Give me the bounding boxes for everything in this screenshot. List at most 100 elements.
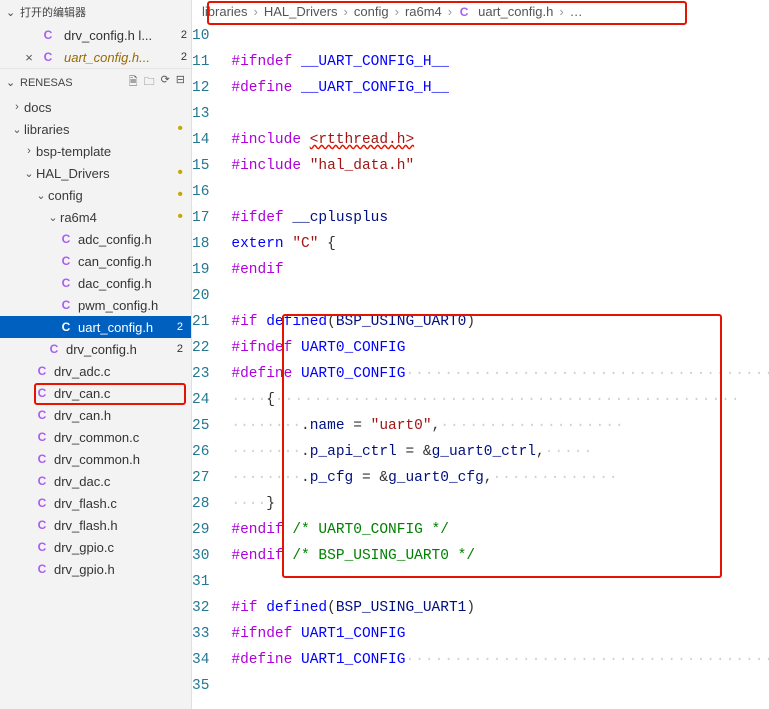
code-line[interactable] (231, 23, 769, 49)
c-file-icon: C (34, 474, 50, 488)
editor-area[interactable]: 1011121314151617181920212223242526272829… (192, 23, 769, 709)
code-line[interactable]: #define UART1_CONFIG····················… (231, 647, 769, 673)
c-file-icon: C (34, 386, 50, 400)
open-editor-item[interactable]: ×Cuart_config.h...2 (0, 46, 191, 68)
breadcrumb-crumb[interactable]: ra6m4 (403, 4, 444, 19)
code-content[interactable]: #ifndef __UART_CONFIG_H__#define __UART_… (223, 23, 769, 709)
breadcrumb-more[interactable]: … (568, 4, 585, 19)
c-file-icon: C (34, 452, 50, 466)
tree-folder-bsp-template[interactable]: ›bsp-template (0, 140, 191, 162)
line-number: 34 (192, 647, 209, 673)
line-number: 28 (192, 491, 209, 517)
chevron-icon: ⌄ (46, 211, 60, 224)
c-file-icon: C (58, 320, 74, 334)
line-number: 10 (192, 23, 209, 49)
tree-file-drv_can.c[interactable]: Cdrv_can.c (0, 382, 191, 404)
explorer-header[interactable]: ⌄ RENESAS 🗎 🗀 ⟳ ⊟ (0, 69, 191, 96)
code-line[interactable]: #if defined(BSP_USING_UART0) (231, 309, 769, 335)
tree-file-drv_adc.c[interactable]: Cdrv_adc.c (0, 360, 191, 382)
line-number: 17 (192, 205, 209, 231)
code-line[interactable]: #define __UART_CONFIG_H__ (231, 75, 769, 101)
file-label: drv_flash.h (54, 518, 118, 533)
new-folder-icon[interactable]: 🗀 (144, 73, 155, 92)
tree-file-pwm_config.h[interactable]: Cpwm_config.h (0, 294, 191, 316)
code-line[interactable]: #ifndef UART0_CONFIG (231, 335, 769, 361)
c-file-icon: C (34, 518, 50, 532)
line-number: 30 (192, 543, 209, 569)
code-line[interactable] (231, 283, 769, 309)
tree-file-uart_config.h[interactable]: Cuart_config.h2 (0, 316, 191, 338)
code-line[interactable]: #include "hal_data.h" (231, 153, 769, 179)
editor-item-name: drv_config.h l... (64, 28, 177, 43)
c-file-icon: C (58, 254, 74, 268)
open-editors-header[interactable]: ⌄ 打开的编辑器 (0, 0, 191, 24)
code-line[interactable]: #ifndef __UART_CONFIG_H__ (231, 49, 769, 75)
code-line[interactable]: ········.name = "uart0",················… (231, 413, 769, 439)
breadcrumb-crumb[interactable]: config (352, 4, 391, 19)
file-label: drv_common.c (54, 430, 139, 445)
sidebar: ⌄ 打开的编辑器 Cdrv_config.h l...2×Cuart_confi… (0, 0, 192, 709)
breadcrumb-crumb[interactable]: libraries (200, 4, 250, 19)
open-editors-title: 打开的编辑器 (20, 4, 185, 20)
tree-file-dac_config.h[interactable]: Cdac_config.h (0, 272, 191, 294)
tree-file-drv_gpio.c[interactable]: Cdrv_gpio.c (0, 536, 191, 558)
code-line[interactable]: extern "C" { (231, 231, 769, 257)
code-line[interactable]: ····{···································… (231, 387, 769, 413)
tree-file-drv_flash.h[interactable]: Cdrv_flash.h (0, 514, 191, 536)
tree-file-adc_config.h[interactable]: Cadc_config.h (0, 228, 191, 250)
new-file-icon[interactable]: 🗎 (129, 73, 138, 92)
folder-label: ra6m4 (60, 210, 97, 225)
open-editor-item[interactable]: Cdrv_config.h l...2 (0, 24, 191, 46)
code-line[interactable]: #ifndef UART1_CONFIG (231, 621, 769, 647)
tree-folder-ra6m4[interactable]: ⌄ra6m4• (0, 206, 191, 228)
breadcrumb-file[interactable]: uart_config.h (476, 4, 555, 19)
code-line[interactable]: #include <rtthread.h> (231, 127, 769, 153)
refresh-icon[interactable]: ⟳ (161, 73, 170, 92)
tree-folder-docs[interactable]: ›docs (0, 96, 191, 118)
tree-folder-config[interactable]: ⌄config• (0, 184, 191, 206)
code-line[interactable]: #endif /* BSP_USING_UART0 */ (231, 543, 769, 569)
tree-file-drv_common.h[interactable]: Cdrv_common.h (0, 448, 191, 470)
file-label: drv_gpio.c (54, 540, 114, 555)
code-line[interactable] (231, 179, 769, 205)
code-line[interactable]: #define UART0_CONFIG····················… (231, 361, 769, 387)
file-label: adc_config.h (78, 232, 152, 247)
code-line[interactable]: ········.p_api_ctrl = &g_uart0_ctrl,····… (231, 439, 769, 465)
tree-file-drv_can.h[interactable]: Cdrv_can.h (0, 404, 191, 426)
line-number: 21 (192, 309, 209, 335)
tree-file-can_config.h[interactable]: Ccan_config.h (0, 250, 191, 272)
tree-file-drv_dac.c[interactable]: Cdrv_dac.c (0, 470, 191, 492)
c-file-icon: C (34, 562, 50, 576)
c-file-icon: C (34, 364, 50, 378)
line-number: 20 (192, 283, 209, 309)
close-icon[interactable]: × (22, 50, 36, 65)
line-number: 22 (192, 335, 209, 361)
code-line[interactable]: #endif /* UART0_CONFIG */ (231, 517, 769, 543)
code-line[interactable]: #ifdef __cplusplus (231, 205, 769, 231)
line-number: 16 (192, 179, 209, 205)
tree-file-drv_gpio.h[interactable]: Cdrv_gpio.h (0, 558, 191, 580)
file-label: drv_config.h (66, 342, 137, 357)
tree-file-drv_common.c[interactable]: Cdrv_common.c (0, 426, 191, 448)
line-number: 24 (192, 387, 209, 413)
code-line[interactable] (231, 569, 769, 595)
breadcrumb[interactable]: libraries›HAL_Drivers›config›ra6m4›Cuart… (192, 0, 769, 23)
code-line[interactable] (231, 101, 769, 127)
code-line[interactable] (231, 673, 769, 699)
tree-file-drv_config.h[interactable]: Cdrv_config.h2 (0, 338, 191, 360)
tree-folder-HAL_Drivers[interactable]: ⌄HAL_Drivers• (0, 162, 191, 184)
tree-folder-libraries[interactable]: ⌄libraries• (0, 118, 191, 140)
chevron-icon: › (10, 101, 24, 113)
chevron-icon: ⌄ (34, 189, 48, 202)
line-number: 32 (192, 595, 209, 621)
tree-file-drv_flash.c[interactable]: Cdrv_flash.c (0, 492, 191, 514)
code-line[interactable]: #if defined(BSP_USING_UART1) (231, 595, 769, 621)
breadcrumb-crumb[interactable]: HAL_Drivers (262, 4, 340, 19)
code-line[interactable]: ········.p_cfg = &g_uart0_cfg,··········… (231, 465, 769, 491)
c-file-icon: C (58, 276, 74, 290)
code-line[interactable]: #endif (231, 257, 769, 283)
code-line[interactable]: ····} (231, 491, 769, 517)
line-number: 25 (192, 413, 209, 439)
file-tree[interactable]: ›docs⌄libraries•›bsp-template⌄HAL_Driver… (0, 96, 191, 709)
collapse-icon[interactable]: ⊟ (176, 73, 185, 92)
